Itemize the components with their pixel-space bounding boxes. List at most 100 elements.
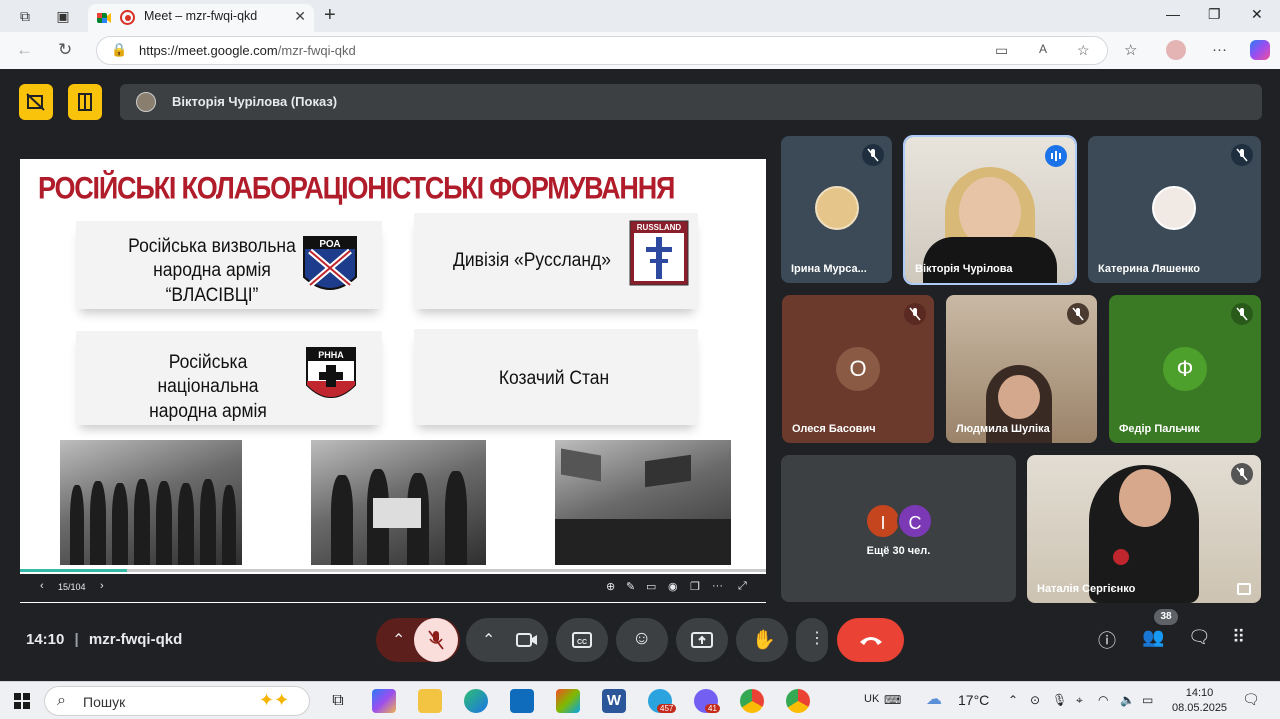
camera-off-icon bbox=[26, 93, 45, 111]
close-window-icon[interactable]: ✕ bbox=[1251, 6, 1263, 23]
url-field[interactable]: 🔒 https://meet.google.com/mzr-fwqi-qkd ▭… bbox=[96, 36, 1108, 65]
historical-photo-3 bbox=[555, 440, 731, 565]
present-screen-button[interactable] bbox=[676, 618, 728, 662]
participant-name: Федір Пальчик bbox=[1119, 423, 1200, 435]
other-participants-tile[interactable]: І С Ещё 30 чел. bbox=[781, 455, 1016, 602]
read-aloud-icon[interactable]: A bbox=[1039, 42, 1047, 56]
slide-progress-bar[interactable] bbox=[20, 569, 766, 572]
next-slide-icon[interactable]: › bbox=[100, 580, 104, 592]
task-view-icon[interactable]: ⧉ bbox=[326, 689, 350, 713]
chrome-icon[interactable] bbox=[740, 689, 764, 713]
camera-permission-icon[interactable]: ▭ bbox=[995, 42, 1008, 59]
chat-icon[interactable]: 🗨 bbox=[1188, 627, 1211, 648]
annotate-icon[interactable]: ✎ bbox=[626, 580, 635, 593]
leave-call-button[interactable] bbox=[837, 618, 904, 662]
svg-text:РННА: РННА bbox=[318, 350, 344, 360]
pin-icon[interactable] bbox=[1237, 583, 1251, 595]
participant-initial: С bbox=[897, 503, 933, 539]
more-options-button[interactable]: ⋮ bbox=[796, 618, 828, 662]
back-icon[interactable]: ← bbox=[16, 40, 33, 60]
captions-off-button[interactable] bbox=[19, 84, 53, 120]
raise-hand-button[interactable]: ✋ bbox=[736, 618, 788, 662]
notifications-icon[interactable]: 🗨 bbox=[1242, 691, 1260, 708]
taskbar-search[interactable]: ⌕ Пошук ✦✦ bbox=[44, 686, 310, 716]
location-icon[interactable]: ⌖ bbox=[1076, 693, 1083, 708]
participant-tile-3[interactable]: Катерина Ляшенко bbox=[1088, 136, 1261, 283]
more-menu-icon[interactable]: ··· bbox=[1212, 41, 1227, 58]
favorite-star-icon[interactable]: ☆ bbox=[1077, 42, 1090, 59]
search-icon: ⌕ bbox=[57, 692, 66, 709]
camera-options-chevron-icon[interactable]: ⌃ bbox=[482, 630, 495, 650]
participant-tile-6[interactable]: Ф Федір Пальчик bbox=[1109, 295, 1261, 443]
present-door-button[interactable] bbox=[68, 84, 102, 120]
windows-start-icon[interactable] bbox=[14, 693, 30, 709]
muted-mic-icon bbox=[1231, 144, 1253, 166]
tray-overflow-icon[interactable]: ⌃ bbox=[1008, 693, 1018, 707]
camera-icon[interactable] bbox=[516, 631, 538, 649]
card-text: Козачий Стан bbox=[498, 368, 610, 389]
favorites-icon[interactable]: ☆ bbox=[1124, 41, 1137, 59]
edge-browser-icon[interactable] bbox=[464, 689, 488, 713]
wifi-icon[interactable]: ◠ bbox=[1098, 693, 1108, 707]
mic-off-icon bbox=[428, 630, 444, 650]
mic-tray-icon[interactable]: 🎙 bbox=[1052, 693, 1067, 707]
outlook-icon[interactable] bbox=[510, 689, 534, 713]
subtitles-icon[interactable]: ▭ bbox=[646, 580, 656, 593]
card-text: Дивізія «Руссланд» bbox=[453, 250, 611, 271]
presenter-name: Вікторія Чурілова (Показ) bbox=[172, 94, 338, 109]
participant-name: Олеся Басович bbox=[792, 423, 876, 435]
pip-icon[interactable]: ❐ bbox=[690, 580, 700, 593]
slide-controls: ‹ 15/104 › ⊕ ✎ ▭ ◉ ❐ ··· ⤢ bbox=[20, 574, 766, 602]
file-explorer-icon[interactable] bbox=[418, 689, 442, 713]
copilot-icon[interactable] bbox=[1250, 40, 1270, 60]
meeting-time: 14:10 bbox=[26, 631, 65, 648]
participant-tile-4[interactable]: О Олеся Басович bbox=[782, 295, 934, 443]
roa-emblem-icon: РОА bbox=[303, 236, 357, 290]
slide-more-icon[interactable]: ··· bbox=[712, 580, 723, 592]
close-tab-icon[interactable]: ✕ bbox=[294, 8, 306, 25]
prev-slide-icon[interactable]: ‹ bbox=[40, 580, 44, 592]
reactions-button[interactable]: ☺ bbox=[616, 618, 668, 662]
meeting-details-icon[interactable]: ⓘ bbox=[1098, 627, 1116, 653]
browser-tab-meet[interactable]: Meet – mzr-fwqi-qkd ✕ bbox=[88, 4, 314, 32]
workspaces-icon[interactable]: ⧉ bbox=[16, 7, 34, 25]
input-language[interactable]: UK bbox=[864, 693, 879, 705]
weather-cloud-icon[interactable]: ☁ bbox=[926, 689, 942, 709]
participant-tile-7[interactable]: Наталія Сергієнко bbox=[1027, 455, 1261, 603]
svg-text:CC: CC bbox=[577, 639, 587, 646]
system-clock[interactable]: 14:10 08.05.2025 bbox=[1172, 686, 1227, 716]
minimize-icon[interactable]: — bbox=[1166, 6, 1180, 22]
search-placeholder: Пошук bbox=[83, 694, 126, 710]
participant-tile-2[interactable]: Вікторія Чурілова bbox=[903, 135, 1077, 285]
restore-icon[interactable]: ❐ bbox=[1208, 6, 1221, 23]
fullscreen-icon[interactable]: ⤢ bbox=[738, 580, 747, 593]
refresh-icon[interactable]: ↻ bbox=[58, 40, 72, 60]
captions-button[interactable]: CC bbox=[556, 618, 608, 662]
tab-actions-icon[interactable]: ▣ bbox=[54, 7, 72, 25]
copilot-app-icon[interactable] bbox=[372, 689, 396, 713]
meet-tray-icon[interactable]: ⊙ bbox=[1030, 693, 1040, 707]
presenter-bar: Вікторія Чурілова (Показ) bbox=[120, 84, 1262, 120]
participant-initial: Ф bbox=[1163, 347, 1207, 391]
activities-icon[interactable]: ⠿ bbox=[1232, 627, 1245, 648]
word-icon[interactable]: W bbox=[602, 689, 626, 713]
chrome-profile-icon[interactable] bbox=[786, 689, 810, 713]
weather-temp[interactable]: 17°C bbox=[958, 692, 989, 708]
people-icon[interactable]: 👥 bbox=[1142, 627, 1164, 648]
battery-icon[interactable]: ▭ bbox=[1142, 693, 1153, 707]
windows-taskbar: ⌕ Пошук ✦✦ ⧉ W 457 41 UK ⌨ ☁ 17°C ⌃ ⊙ 🎙 … bbox=[0, 681, 1280, 719]
new-tab-button[interactable]: + bbox=[324, 4, 336, 27]
keyboard-icon[interactable]: ⌨ bbox=[884, 693, 901, 707]
audio-icon[interactable]: ◉ bbox=[668, 580, 678, 593]
profile-avatar[interactable] bbox=[1166, 40, 1186, 60]
participant-initial: І bbox=[865, 503, 901, 539]
mic-options-chevron-icon[interactable]: ⌃ bbox=[392, 630, 405, 650]
muted-mic-icon bbox=[1231, 303, 1253, 325]
participant-tile-5[interactable]: Людмила Шуліка bbox=[946, 295, 1097, 443]
participant-tile-1[interactable]: Ірина Мурса... bbox=[781, 136, 892, 283]
camera-control: ⌃ bbox=[466, 618, 548, 662]
store-icon[interactable] bbox=[556, 689, 580, 713]
volume-icon[interactable]: 🔈 bbox=[1120, 693, 1135, 707]
mic-toggle-button[interactable] bbox=[414, 618, 458, 662]
zoom-icon[interactable]: ⊕ bbox=[606, 580, 615, 593]
